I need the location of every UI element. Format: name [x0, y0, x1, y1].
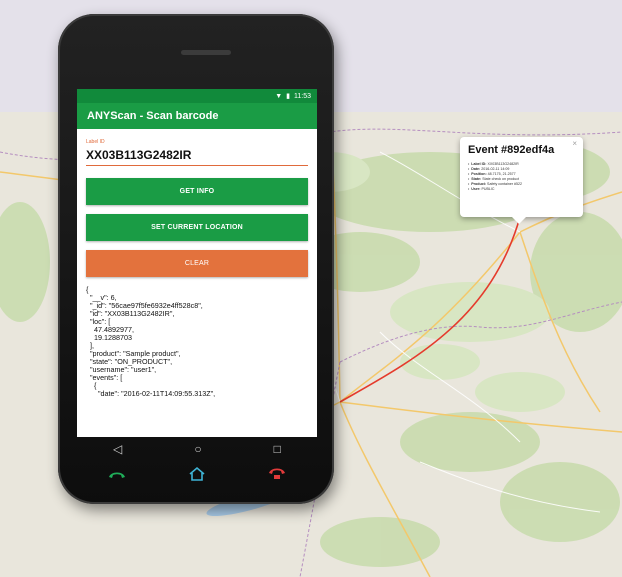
close-icon[interactable]: × [572, 140, 577, 148]
phone-speaker [181, 50, 231, 55]
app-title: ANYScan - Scan barcode [77, 103, 317, 129]
json-output: { "__v": 6, "_id": "56cae97f5fe6932e4ff5… [86, 285, 216, 398]
label-id-label: Label ID [86, 139, 105, 145]
home-house-icon[interactable] [188, 466, 206, 487]
event-popup: × Event #892edf4a Label ID: XX03B113G248… [460, 137, 583, 224]
phone-device: ▼ ▮ 11:53 ANYScan - Scan barcode Label I… [58, 14, 334, 504]
signal-icon: ▼ [275, 92, 283, 100]
android-nav-bar: ◁ ○ □ [77, 437, 317, 461]
get-info-button[interactable]: GET INFO [86, 178, 308, 205]
phone-screen: ▼ ▮ 11:53 ANYScan - Scan barcode Label I… [77, 89, 317, 437]
popup-details: Label ID: XX03B113G2482IR Date: 2016-02-… [468, 162, 575, 192]
hangup-icon[interactable] [267, 467, 287, 486]
scan-form: Label ID XX03B113G2482IR GET INFO SET CU… [77, 129, 317, 398]
clear-button[interactable]: CLEAR [86, 250, 308, 277]
status-time: 11:53 [294, 92, 311, 100]
battery-icon: ▮ [286, 93, 290, 100]
popup-item: User: PUBLIC [468, 187, 575, 192]
home-icon[interactable]: ○ [194, 442, 201, 456]
call-icon[interactable] [107, 467, 127, 485]
hardware-keys [77, 464, 317, 488]
popup-title: Event #892edf4a [468, 144, 555, 156]
label-id-field[interactable]: XX03B113G2482IR [86, 148, 308, 166]
back-icon[interactable]: ◁ [113, 442, 122, 456]
set-location-button[interactable]: SET CURRENT LOCATION [86, 214, 308, 241]
recents-icon[interactable]: □ [274, 442, 281, 456]
status-bar: ▼ ▮ 11:53 [77, 89, 317, 103]
